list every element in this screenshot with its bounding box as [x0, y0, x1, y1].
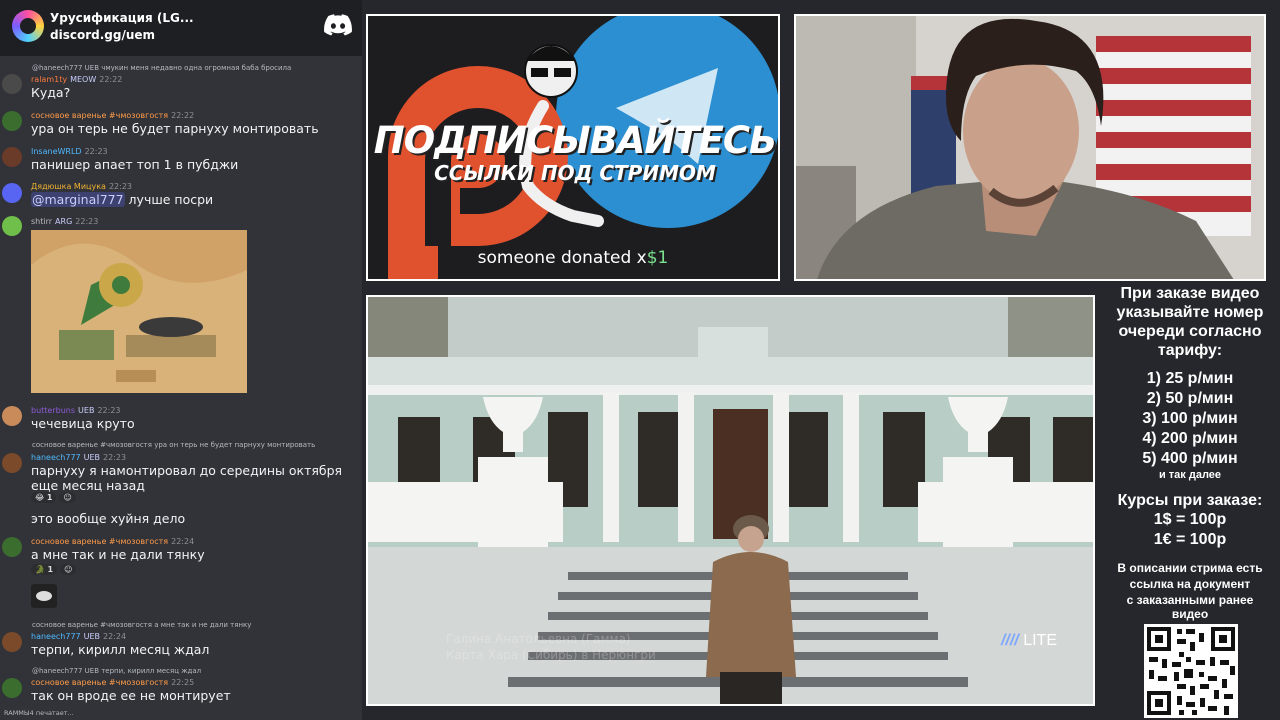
discord-logo-icon: [324, 14, 352, 36]
tariff-item: 4) 200 р/мин: [1142, 430, 1238, 447]
reply-preview[interactable]: сосновое варенье #чмозовгостя а мне так …: [32, 621, 251, 629]
description-note: В описании стрима есть ссылка на докумен…: [1117, 561, 1263, 621]
reply-preview[interactable]: сосновое варенье #чмозовгостя ура он тер…: [32, 441, 315, 449]
username[interactable]: InsaneWRLD: [31, 147, 82, 156]
exchange-rates: 1$ = 100р 1€ = 100р: [1153, 511, 1227, 548]
video-player[interactable]: Галина Анатольевна (Гамма) Карта Хара (С…: [366, 295, 1095, 706]
promo-banner: ПОДПИСЫВАЙТЕСЬ ССЫЛКИ ПОД СТРИМОМ someon…: [366, 14, 780, 281]
chat-message: InsaneWRLD 22:23 панишер апает топ 1 в пу…: [0, 144, 362, 174]
message-text: парнуху я намонтировал до середины октяб…: [31, 463, 343, 493]
rates-heading: Курсы при заказе:: [1117, 492, 1263, 509]
server-header[interactable]: Урусификация (LG... discord.gg/uem: [0, 0, 362, 56]
chat-message: shtirr ARG 22:23: [0, 214, 362, 236]
user-mention[interactable]: @marginal777: [31, 192, 125, 207]
timestamp: 22:24: [171, 537, 195, 546]
avatar[interactable]: [2, 111, 22, 131]
tariff-item: 3) 100 р/мин: [1142, 410, 1238, 427]
message-text: панишер апает топ 1 в пубджи: [31, 157, 239, 172]
add-reaction-icon[interactable]: ☺: [59, 492, 76, 503]
chat-message: сосновое варенье #чмозовгостя ура он тер…: [0, 439, 362, 509]
username[interactable]: haneech777: [31, 453, 81, 462]
tariff-item: 1) 25 р/мин: [1146, 370, 1234, 387]
user-tag: MEOW: [70, 75, 97, 84]
qr-code: [1144, 624, 1238, 718]
username[interactable]: сосновое варенье #чмозовгостя: [31, 537, 168, 546]
message-text: лучше посри: [124, 192, 214, 207]
donation-ticker: someone donated x$1: [477, 248, 669, 268]
reaction-bar[interactable]: 🐊 1 ☺: [31, 564, 79, 575]
timestamp: 22:24: [103, 632, 127, 641]
timestamp: 22:23: [108, 182, 133, 191]
lite-badge: //// LITE: [1000, 632, 1057, 649]
avatar[interactable]: [2, 147, 22, 167]
order-info-panel: При заказе видео указывайте номер очеред…: [1100, 284, 1280, 620]
username[interactable]: butterbuns: [31, 406, 75, 415]
user-tag: UEB: [78, 406, 95, 415]
username[interactable]: сосновое варенье #чмозовгостя: [31, 111, 168, 120]
sticker-image[interactable]: [31, 584, 57, 608]
promo-subtitle: ССЫЛКИ ПОД СТРИМОМ: [434, 161, 716, 185]
avatar[interactable]: [2, 216, 22, 236]
tariff-item: 2) 50 р/мин: [1146, 390, 1234, 407]
order-instructions: При заказе видео указывайте номер очеред…: [1116, 285, 1264, 359]
reaction-emoji[interactable]: 🐊 1: [31, 564, 58, 575]
reaction-bar[interactable]: 😂 1 ☺: [31, 492, 79, 503]
timestamp: 22:23: [84, 147, 108, 156]
chat-message: Дядюшка Мицука 22:23 @marginal777 лучше п…: [0, 179, 362, 211]
timestamp: 22:25: [171, 678, 195, 687]
message-text: а мне так и не дали тянку: [31, 547, 205, 562]
server-icon: [12, 10, 44, 42]
user-tag: UEB: [83, 632, 101, 641]
user-tag: UEB: [83, 453, 101, 462]
timestamp: 22:23: [97, 406, 121, 415]
server-invite-link[interactable]: discord.gg/uem: [50, 28, 155, 42]
username[interactable]: ralam1ty: [31, 75, 67, 84]
reply-preview[interactable]: @haneech777 UEB чмукин меня недавно одна…: [32, 64, 291, 72]
chat-message: butterbuns UEB 22:23 чечевица круто: [0, 403, 362, 433]
chat-message: сосновое варенье #чмозовгостя 22:24 а мне…: [0, 534, 362, 608]
tariff-item: 5) 400 р/мин: [1142, 450, 1238, 467]
username[interactable]: shtirr: [31, 217, 52, 226]
message-text: это вообще хуйня дело: [31, 511, 186, 526]
chat-message: сосновое варенье #чмозовгостя 22:22 ура о…: [0, 108, 362, 138]
timestamp: 22:22: [99, 75, 123, 84]
avatar[interactable]: [2, 678, 22, 698]
message-text: чечевица круто: [31, 416, 135, 431]
timestamp: 22:23: [75, 217, 99, 226]
server-name: Урусификация (LG...: [50, 11, 194, 25]
avatar[interactable]: [2, 183, 22, 203]
chat-message: это вообще хуйня дело: [0, 509, 362, 529]
reaction-laugh[interactable]: 😂 1: [31, 492, 57, 503]
add-reaction-icon[interactable]: ☺: [60, 564, 77, 575]
timestamp: 22:23: [103, 453, 127, 462]
message-text: Куда?: [31, 85, 71, 100]
attached-image[interactable]: [31, 230, 247, 393]
tariff-list: 1) 25 р/мин 2) 50 р/мин 3) 100 р/мин 4) …: [1100, 369, 1280, 469]
username[interactable]: haneech777: [31, 632, 81, 641]
message-text: ура он терь не будет парнуху монтировать: [31, 121, 319, 136]
avatar[interactable]: [2, 453, 22, 473]
video-caption: Галина Анатольевна (Гамма) Карта Хара (С…: [446, 632, 656, 662]
message-text: терпи, кирилл месяц ждал: [31, 642, 210, 657]
avatar[interactable]: [2, 537, 22, 557]
chat-message: @haneech777 UEB чмукин меня недавно одна…: [0, 62, 362, 102]
message-text: так он вроде ее не монтирует: [31, 688, 231, 703]
chat-message: @haneech777 UEB терпи, кирилл месяц ждал…: [0, 666, 362, 706]
webcam-feed: [794, 14, 1266, 281]
timestamp: 22:22: [171, 111, 195, 120]
donation-amount: $1: [646, 248, 669, 268]
user-tag: ARG: [55, 217, 73, 226]
avatar[interactable]: [2, 632, 22, 652]
discord-chat-panel: Урусификация (LG... discord.gg/uem @hane…: [0, 0, 362, 720]
avatar[interactable]: [2, 74, 22, 94]
reply-preview[interactable]: @haneech777 UEB терпи, кирилл месяц ждал: [32, 667, 201, 675]
chat-message: сосновое варенье #чмозовгостя а мне так …: [0, 620, 362, 660]
username[interactable]: Дядюшка Мицука: [31, 182, 106, 191]
typing-indicator: RAMMЫ4 печатает...: [4, 709, 74, 717]
username[interactable]: сосновое варенье #чмозовгостя: [31, 678, 168, 687]
avatar[interactable]: [2, 406, 22, 426]
lite-logo-icon: ////: [1000, 632, 1019, 649]
promo-title: ПОДПИСЫВАЙТЕСЬ: [373, 119, 777, 162]
and-so-on: и так далее: [1158, 469, 1222, 481]
